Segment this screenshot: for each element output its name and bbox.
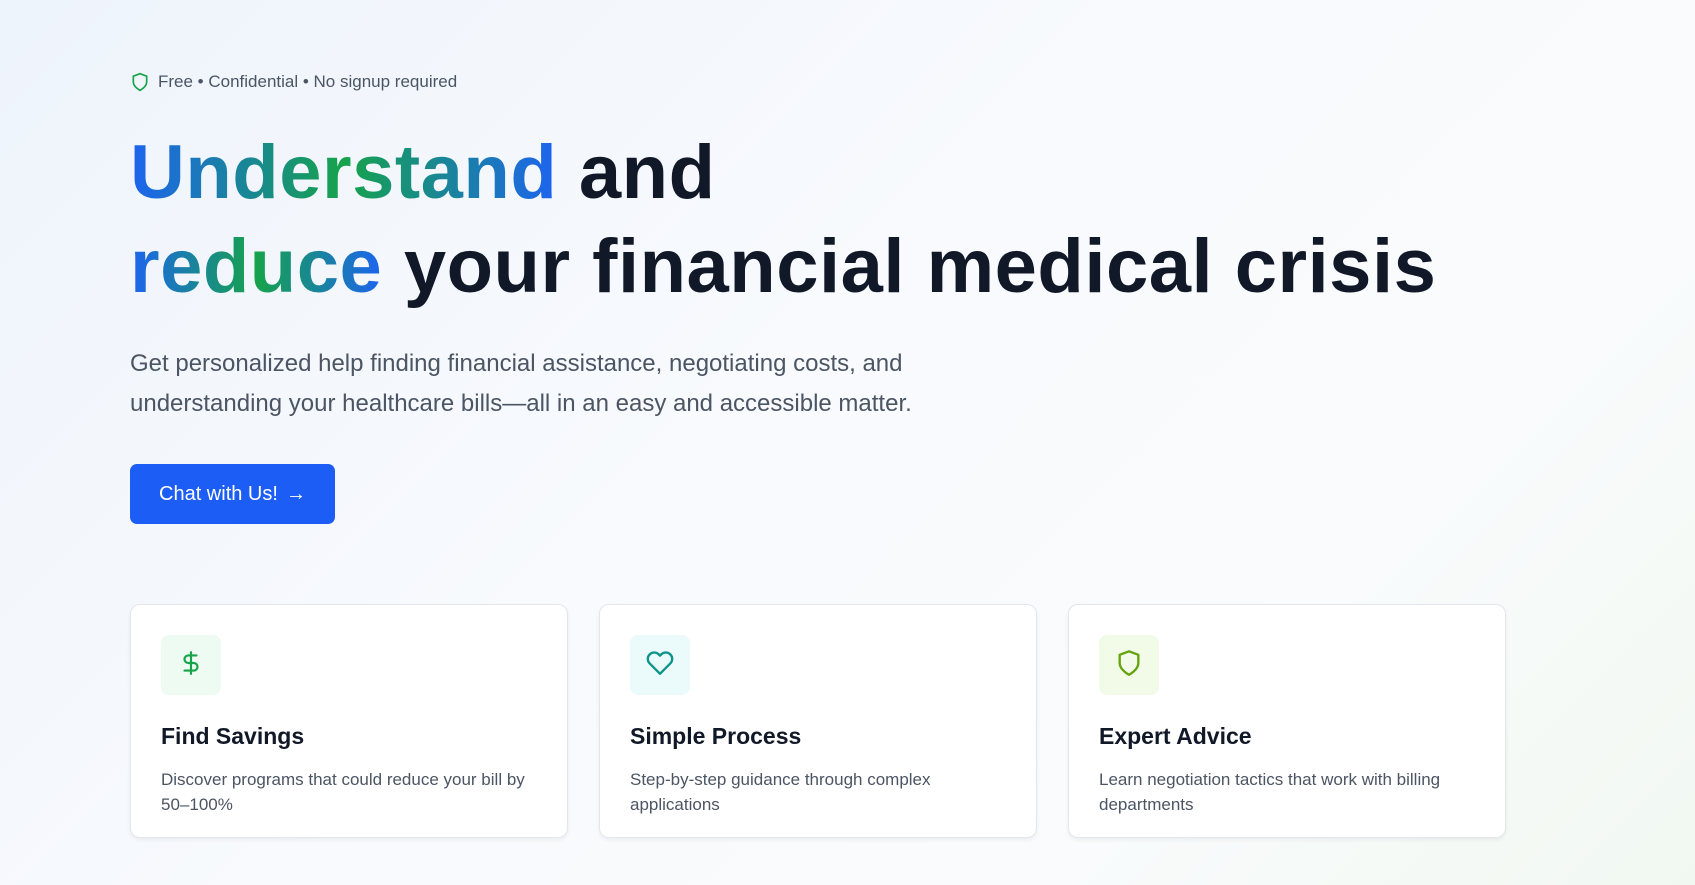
shield-icon (130, 72, 150, 92)
shield-icon (1115, 649, 1143, 682)
feature-title: Simple Process (630, 723, 802, 749)
page-title: Understand and reduce your financial med… (130, 126, 1436, 314)
heart-icon (646, 649, 674, 682)
hero-subheadline: Get personalized help finding financial … (130, 350, 912, 417)
feature-card-simple-process: Simple Process Step-by-step guidance thr… (599, 604, 1037, 838)
chat-with-us-button[interactable]: Chat with Us! → (130, 464, 335, 524)
cta-label: Chat with Us! (159, 482, 278, 505)
feature-title: Find Savings (161, 723, 305, 749)
arrow-right-icon: → (285, 482, 306, 505)
feature-icon-badge (161, 635, 221, 695)
feature-card-find-savings: Find Savings Discover programs that coul… (130, 604, 568, 838)
trust-line: Free • Confidential • No signup required (130, 72, 457, 92)
feature-title: Expert Advice (1099, 723, 1252, 749)
feature-cards: Find Savings Discover programs that coul… (130, 604, 1506, 838)
headline-text-crisis: your financial medical crisis (382, 224, 1437, 309)
headline-highlight-understand: Understand (130, 130, 558, 215)
feature-card-expert-advice: Expert Advice Learn negotiation tactics … (1068, 604, 1506, 838)
headline-line-2: reduce your financial medical crisis (130, 220, 1436, 314)
feature-description: Discover programs that could reduce your… (161, 770, 525, 814)
feature-icon-badge (1099, 635, 1159, 695)
feature-description: Step-by-step guidance through complex ap… (630, 770, 931, 814)
headline-highlight-reduce: reduce (130, 224, 383, 309)
feature-description: Learn negotiation tactics that work with… (1099, 770, 1441, 814)
headline-text-and: and (557, 130, 716, 215)
dollar-icon (178, 650, 204, 681)
headline-line-1: Understand and (130, 126, 1436, 220)
feature-icon-badge (630, 635, 690, 695)
trust-line-text: Free • Confidential • No signup required (158, 72, 458, 91)
